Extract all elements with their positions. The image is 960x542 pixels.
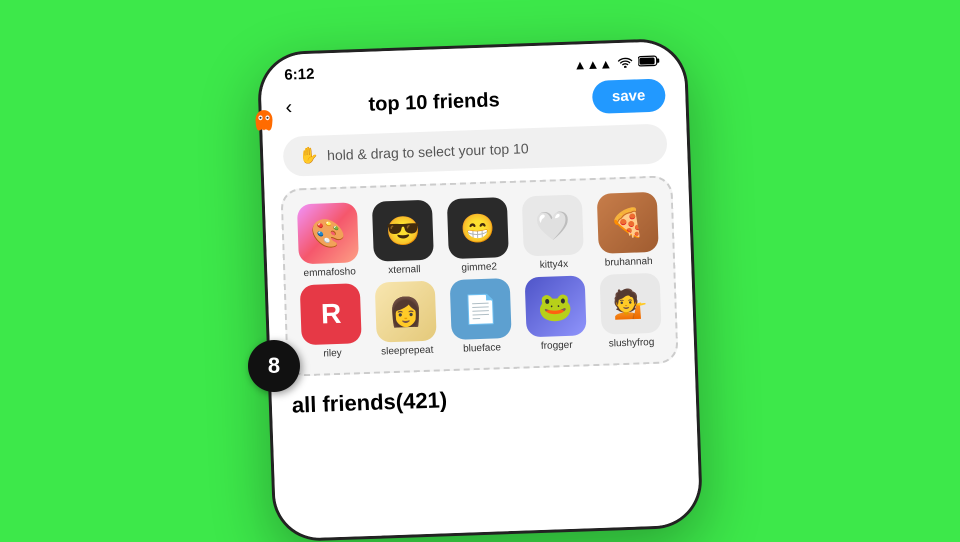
- username-kitty4x: kitty4x: [540, 259, 569, 271]
- avatar-blueface: 📄: [450, 278, 512, 340]
- username-bruhannah: bruhannah: [605, 256, 653, 269]
- username-emmafosho: emmafosho: [303, 266, 356, 279]
- phone-content: 6:12 ▲▲▲ ‹ top 10 friends save: [260, 41, 701, 540]
- friend-item-emmafosho[interactable]: 🎨 emmafosho: [293, 202, 364, 279]
- username-slushyfrog: slushyfrog: [609, 337, 655, 350]
- friends-grid: 🎨 emmafosho 😎 xternall 😁: [293, 192, 666, 361]
- avatar-xternall: 😎: [372, 200, 434, 262]
- username-blueface: blueface: [463, 342, 501, 354]
- wifi-icon: [617, 56, 634, 72]
- signal-icon: ▲▲▲: [573, 56, 612, 72]
- username-xternall: xternall: [388, 264, 421, 276]
- friend-item-blueface[interactable]: 📄 blueface: [445, 278, 516, 355]
- avatar-emmafosho: 🎨: [297, 202, 359, 264]
- friend-item-sleeprepeat[interactable]: 👩 sleeprepeat: [370, 280, 441, 357]
- friend-item-slushyfrog[interactable]: 💁 slushyfrog: [595, 273, 666, 350]
- friend-item-gimme2[interactable]: 😁 gimme2: [442, 197, 513, 274]
- eight-ball: 8: [248, 340, 300, 392]
- avatar-sleeprepeat: 👩: [375, 281, 437, 343]
- avatar-slushyfrog: 💁: [599, 273, 661, 335]
- battery-icon: [638, 55, 661, 71]
- all-friends-title: all friends(421): [291, 387, 447, 417]
- avatar-bruhannah: 🍕: [596, 192, 658, 254]
- username-frogger: frogger: [541, 340, 573, 352]
- instruction-bar[interactable]: ✋ hold & drag to select your top 10: [283, 123, 668, 176]
- avatar-riley: R: [300, 283, 362, 345]
- hand-icon: ✋: [299, 146, 320, 167]
- friend-item-frogger[interactable]: 🐸 frogger: [520, 275, 591, 352]
- instruction-text: hold & drag to select your top 10: [327, 140, 529, 163]
- scene: 8 6:12 ▲▲▲: [0, 0, 960, 540]
- friend-item-xternall[interactable]: 😎 xternall: [368, 199, 439, 276]
- status-icons: ▲▲▲: [573, 55, 660, 73]
- avatar-gimme2: 😁: [447, 197, 509, 259]
- top10-section: 🎨 emmafosho 😎 xternall 😁: [280, 175, 678, 377]
- username-sleeprepeat: sleeprepeat: [381, 345, 434, 358]
- ghost-sticker: [250, 108, 278, 136]
- page-title: top 10 friends: [276, 86, 593, 120]
- status-time: 6:12: [284, 66, 315, 84]
- avatar-frogger: 🐸: [524, 275, 586, 337]
- friend-item-riley[interactable]: R riley: [296, 283, 367, 360]
- username-gimme2: gimme2: [461, 261, 497, 273]
- phone-frame: 6:12 ▲▲▲ ‹ top 10 friends save: [257, 38, 704, 542]
- friend-item-kitty4x[interactable]: 🤍 kitty4x: [517, 194, 588, 271]
- avatar-kitty4x: 🤍: [522, 194, 584, 256]
- friend-item-bruhannah[interactable]: 🍕 bruhannah: [592, 192, 663, 269]
- username-riley: riley: [323, 348, 342, 360]
- save-button[interactable]: save: [591, 78, 665, 114]
- riley-label: R: [320, 298, 341, 331]
